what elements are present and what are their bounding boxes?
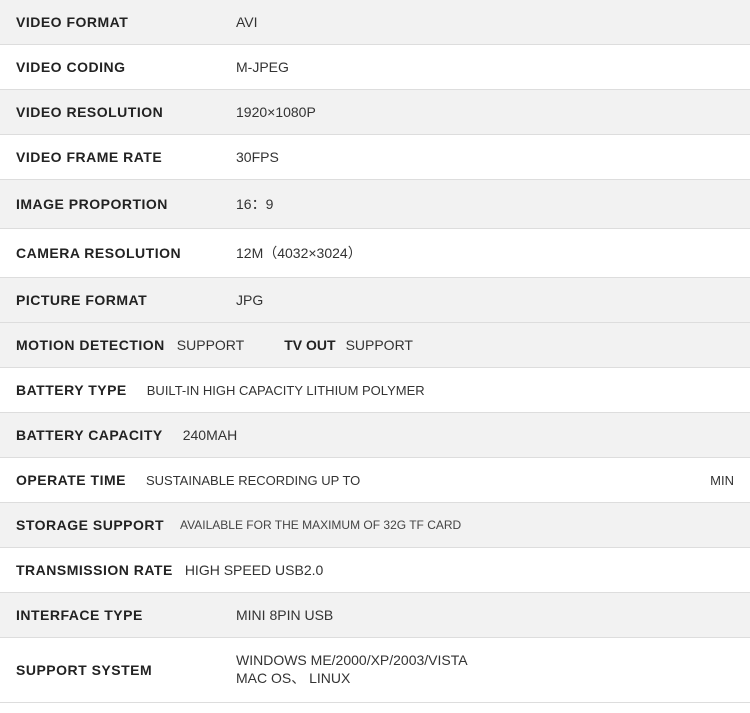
label-tv-out: TV OUT [284, 337, 335, 353]
value-operate-time-min: MIN [710, 473, 734, 488]
battery-capacity-group: BATTERY CAPACITY 240MAH [0, 413, 750, 457]
label-camera-resolution: CAMERA RESOLUTION [0, 229, 220, 277]
label-video-resolution: VIDEO RESOLUTION [0, 90, 220, 134]
value-operate-time: SUSTAINABLE RECORDING UP TO [146, 473, 700, 488]
label-battery-capacity: BATTERY CAPACITY [16, 427, 163, 443]
row-support-system: SUPPORT SYSTEM WINDOWS ME/2000/XP/2003/V… [0, 638, 750, 703]
label-video-coding: VIDEO CODING [0, 45, 220, 89]
label-image-proportion: IMAGE PROPORTION [0, 180, 220, 228]
row-battery-type: BATTERY TYPE BUILT-IN HIGH CAPACITY LITH… [0, 368, 750, 413]
row-video-resolution: VIDEO RESOLUTION 1920×1080P [0, 90, 750, 135]
label-storage-support: STORAGE SUPPORT [16, 517, 164, 533]
label-battery-type: BATTERY TYPE [16, 382, 127, 398]
battery-type-group: BATTERY TYPE BUILT-IN HIGH CAPACITY LITH… [0, 368, 750, 412]
motion-detection-group: MOTION DETECTION SUPPORT TV OUT SUPPORT [0, 323, 750, 367]
row-image-proportion: IMAGE PROPORTION 16：9 [0, 180, 750, 229]
row-battery-capacity: BATTERY CAPACITY 240MAH [0, 413, 750, 458]
row-interface-type: INTERFACE TYPE MINI 8PIN USB [0, 593, 750, 638]
row-motion-tvout: MOTION DETECTION SUPPORT TV OUT SUPPORT [0, 323, 750, 368]
spec-table: VIDEO FORMAT AVI VIDEO CODING M-JPEG VID… [0, 0, 750, 703]
value-storage-support: AVAILABLE FOR THE MAXIMUM OF 32G TF CARD [180, 518, 461, 532]
label-operate-time: OPERATE TIME [16, 472, 126, 488]
value-video-format: AVI [220, 0, 750, 44]
value-image-proportion: 16：9 [220, 180, 750, 228]
row-picture-format: PICTURE FORMAT JPG [0, 278, 750, 323]
row-storage-support: STORAGE SUPPORT AVAILABLE FOR THE MAXIMU… [0, 503, 750, 548]
label-video-frame-rate: VIDEO FRAME RATE [0, 135, 220, 179]
value-tv-out: SUPPORT [346, 337, 413, 353]
value-video-resolution: 1920×1080P [220, 90, 750, 134]
value-battery-capacity: 240MAH [183, 427, 237, 443]
transmission-rate-group: TRANSMISSION RATE HIGH SPEED USB2.0 [0, 548, 750, 592]
value-picture-format: JPG [220, 278, 750, 322]
row-video-frame-rate: VIDEO FRAME RATE 30FPS [0, 135, 750, 180]
row-video-coding: VIDEO CODING M-JPEG [0, 45, 750, 90]
value-battery-type: BUILT-IN HIGH CAPACITY LITHIUM POLYMER [147, 383, 425, 398]
label-video-format: VIDEO FORMAT [0, 0, 220, 44]
row-video-format: VIDEO FORMAT AVI [0, 0, 750, 45]
label-picture-format: PICTURE FORMAT [0, 278, 220, 322]
value-camera-resolution: 12M（4032×3024） [220, 229, 750, 277]
value-support-system: WINDOWS ME/2000/XP/2003/VISTA MAC OS、 LI… [220, 638, 750, 702]
support-system-line1: WINDOWS ME/2000/XP/2003/VISTA [236, 652, 468, 668]
label-transmission-rate: TRANSMISSION RATE [16, 562, 173, 578]
storage-support-group: STORAGE SUPPORT AVAILABLE FOR THE MAXIMU… [0, 503, 750, 547]
label-motion-detection: MOTION DETECTION [16, 337, 165, 353]
value-video-frame-rate: 30FPS [220, 135, 750, 179]
support-system-line2: MAC OS、 LINUX [236, 668, 350, 688]
operate-time-group: OPERATE TIME SUSTAINABLE RECORDING UP TO… [0, 458, 750, 502]
value-transmission-rate: HIGH SPEED USB2.0 [185, 562, 324, 578]
label-interface-type: INTERFACE TYPE [0, 593, 220, 637]
row-camera-resolution: CAMERA RESOLUTION 12M（4032×3024） [0, 229, 750, 278]
label-support-system: SUPPORT SYSTEM [0, 638, 220, 702]
value-interface-type: MINI 8PIN USB [220, 593, 750, 637]
row-operate-time: OPERATE TIME SUSTAINABLE RECORDING UP TO… [0, 458, 750, 503]
row-transmission-rate: TRANSMISSION RATE HIGH SPEED USB2.0 [0, 548, 750, 593]
value-video-coding: M-JPEG [220, 45, 750, 89]
value-motion-detection: SUPPORT [177, 337, 244, 353]
